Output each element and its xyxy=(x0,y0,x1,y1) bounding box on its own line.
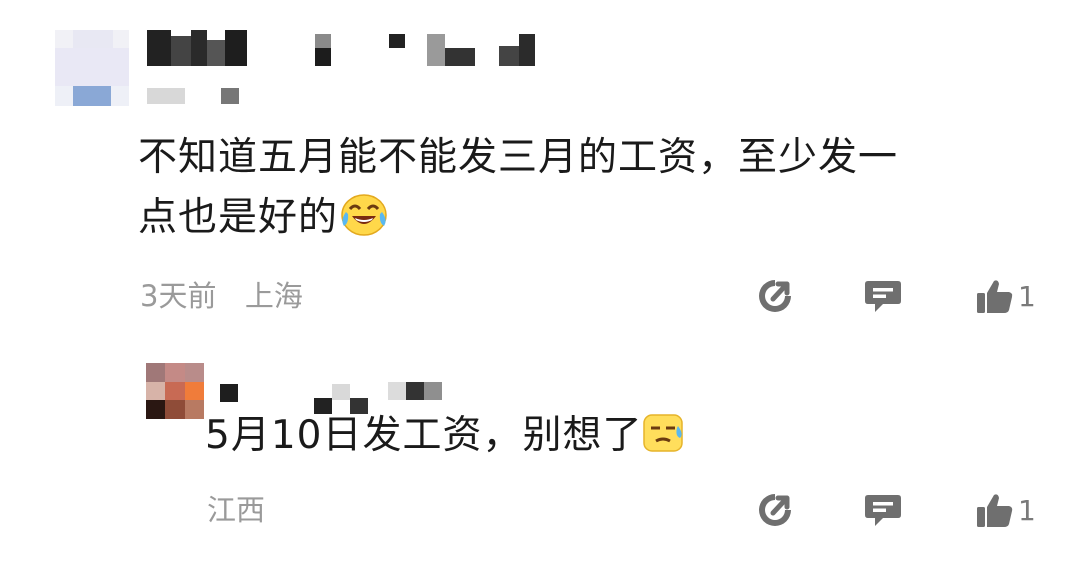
comment-text-end: 点也是好的 xyxy=(138,195,339,240)
comment-meta: 3天前 上海 xyxy=(140,278,303,314)
avatar[interactable] xyxy=(146,363,204,419)
comment-text-line: 不知道五月能不能发三月的工资，至少发一 xyxy=(138,135,899,180)
comment-text-line: 点也是好的 xyxy=(138,188,390,254)
comment-location: 上海 xyxy=(244,279,303,313)
share-icon[interactable] xyxy=(756,491,794,529)
reply-icon[interactable] xyxy=(863,491,901,529)
sweat-emoji xyxy=(642,412,686,472)
user-level-redacted xyxy=(147,88,247,106)
thumbs-up-icon[interactable] xyxy=(975,491,1013,529)
comment-location: 江西 xyxy=(207,493,266,527)
like-count: 1 xyxy=(1018,280,1036,313)
reply-text: 5月10日发工资，别想了 xyxy=(205,413,643,458)
avatar[interactable] xyxy=(55,30,129,106)
reply-icon[interactable] xyxy=(863,277,901,315)
thumbs-up-icon[interactable] xyxy=(975,277,1013,315)
comment-text-line: 5月10日发工资，别想了 xyxy=(205,406,686,472)
like-count: 1 xyxy=(1018,494,1036,527)
laughing-tears-emoji xyxy=(338,190,390,254)
comment-time: 3天前 xyxy=(140,279,217,313)
username-redacted[interactable] xyxy=(147,30,537,74)
share-icon[interactable] xyxy=(756,277,794,315)
